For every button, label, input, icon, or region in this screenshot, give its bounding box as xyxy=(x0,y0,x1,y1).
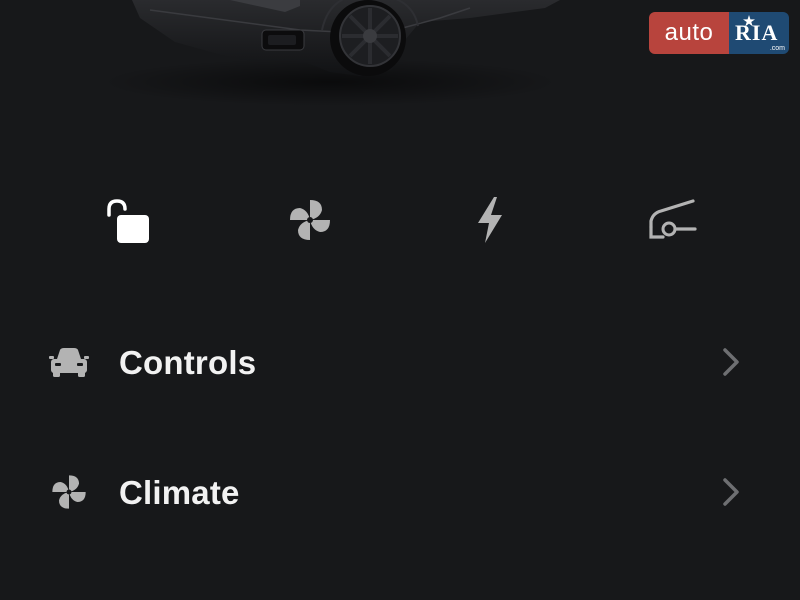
frunk-button[interactable] xyxy=(642,190,702,250)
frunk-open-icon xyxy=(649,199,697,239)
quick-actions-bar xyxy=(0,190,800,250)
watermark-com-text: .com xyxy=(769,45,785,52)
unlock-button[interactable] xyxy=(94,190,154,250)
fan-icon xyxy=(52,475,86,509)
chevron-right-icon xyxy=(723,478,739,506)
menu-row-controls[interactable]: Controls xyxy=(0,322,800,402)
watermark-ria-text: RIA xyxy=(735,20,779,45)
menu-label-climate: Climate xyxy=(119,474,240,511)
charge-button[interactable] xyxy=(460,190,520,250)
watermark-auto-text: auto xyxy=(649,12,729,54)
fan-icon-wrap xyxy=(48,472,90,512)
autoria-watermark: auto RIA .com xyxy=(649,12,789,54)
fan-icon xyxy=(290,200,330,240)
climate-quick-button[interactable] xyxy=(280,190,340,250)
watermark-ria-block: RIA .com xyxy=(729,12,789,54)
car-icon xyxy=(49,348,89,377)
menu-row-climate[interactable]: Climate xyxy=(0,452,800,532)
menu-label-controls: Controls xyxy=(119,344,257,381)
unlock-icon xyxy=(107,199,149,243)
chevron-right-icon xyxy=(723,348,739,376)
car-icon-wrap xyxy=(48,342,90,382)
app-screen: auto RIA .com Controls Climate xyxy=(0,0,800,600)
lightning-bolt-icon xyxy=(478,197,502,243)
